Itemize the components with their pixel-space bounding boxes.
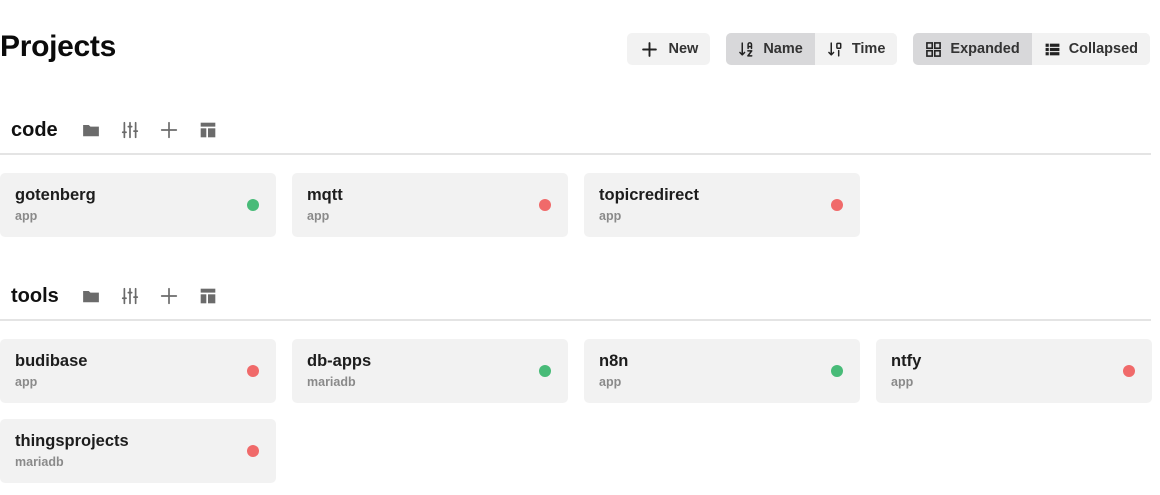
sliders-icon[interactable] <box>120 286 140 306</box>
project-card[interactable]: ntfy app <box>876 339 1152 403</box>
status-dot <box>247 445 259 457</box>
status-dot <box>247 365 259 377</box>
project-cards: budibase app db-apps mariadb n8n app ntf… <box>0 339 1152 483</box>
project-type: app <box>891 375 914 389</box>
project-name: db-apps <box>307 352 372 370</box>
project-name: budibase <box>15 352 88 370</box>
sort-by-time-button[interactable]: Time <box>814 33 898 65</box>
project-name: ntfy <box>891 352 922 370</box>
layout-icon[interactable] <box>198 120 218 140</box>
project-card[interactable]: budibase app <box>0 339 276 403</box>
sort-numeric-icon <box>827 41 844 58</box>
group-header: tools <box>0 273 1151 321</box>
project-card[interactable]: db-apps mariadb <box>292 339 568 403</box>
view-toggle: Expanded Collapsed <box>913 33 1150 65</box>
status-dot <box>831 365 843 377</box>
sort-name-label: Name <box>763 41 803 57</box>
project-name: gotenberg <box>15 186 96 204</box>
layout-icon[interactable] <box>198 286 218 306</box>
project-name: topicredirect <box>599 186 699 204</box>
collapsed-view-button[interactable]: Collapsed <box>1031 33 1150 65</box>
project-name: mqtt <box>307 186 343 204</box>
project-type: mariadb <box>15 455 64 469</box>
group-title: tools <box>11 284 59 307</box>
project-type: app <box>15 209 38 223</box>
sort-toggle: Name Time <box>726 33 898 65</box>
expanded-view-label: Expanded <box>950 41 1020 57</box>
add-icon[interactable] <box>159 286 179 306</box>
group-actions <box>81 120 218 140</box>
toolbar: New Name Time Expanded Collapsed <box>627 33 1150 65</box>
sort-time-label: Time <box>851 41 886 57</box>
project-card[interactable]: topicredirect app <box>584 173 860 237</box>
project-type: app <box>599 375 622 389</box>
group-header: code <box>0 107 1151 155</box>
group-title: code <box>11 118 58 141</box>
project-cards: gotenberg app mqtt app topicredirect app <box>0 173 1152 237</box>
folder-icon[interactable] <box>81 120 101 140</box>
project-card[interactable]: mqtt app <box>292 173 568 237</box>
project-card[interactable]: thingsprojects mariadb <box>0 419 276 483</box>
project-type: app <box>599 209 622 223</box>
sliders-icon[interactable] <box>120 120 140 140</box>
project-name: n8n <box>599 352 629 370</box>
page-title: Projects <box>0 30 116 63</box>
sort-alpha-icon <box>738 41 755 58</box>
project-card[interactable]: n8n app <box>584 339 860 403</box>
add-icon[interactable] <box>159 120 179 140</box>
status-dot <box>539 199 551 211</box>
new-button-label: New <box>668 41 699 57</box>
status-dot <box>539 365 551 377</box>
collapsed-view-label: Collapsed <box>1068 41 1138 57</box>
project-type: app <box>15 375 38 389</box>
list-icon <box>1044 41 1061 58</box>
project-name: thingsprojects <box>15 432 129 450</box>
project-type: mariadb <box>307 375 356 389</box>
project-type: app <box>307 209 330 223</box>
project-card[interactable]: gotenberg app <box>0 173 276 237</box>
status-dot <box>1123 365 1135 377</box>
group-actions <box>81 286 218 306</box>
status-dot <box>247 199 259 211</box>
plus-icon <box>641 41 658 58</box>
expanded-view-button[interactable]: Expanded <box>913 33 1032 65</box>
status-dot <box>831 199 843 211</box>
grid-icon <box>925 41 942 58</box>
new-button-group: New <box>627 33 711 65</box>
folder-icon[interactable] <box>81 286 101 306</box>
new-project-button[interactable]: New <box>627 33 711 65</box>
sort-by-name-button[interactable]: Name <box>726 33 815 65</box>
